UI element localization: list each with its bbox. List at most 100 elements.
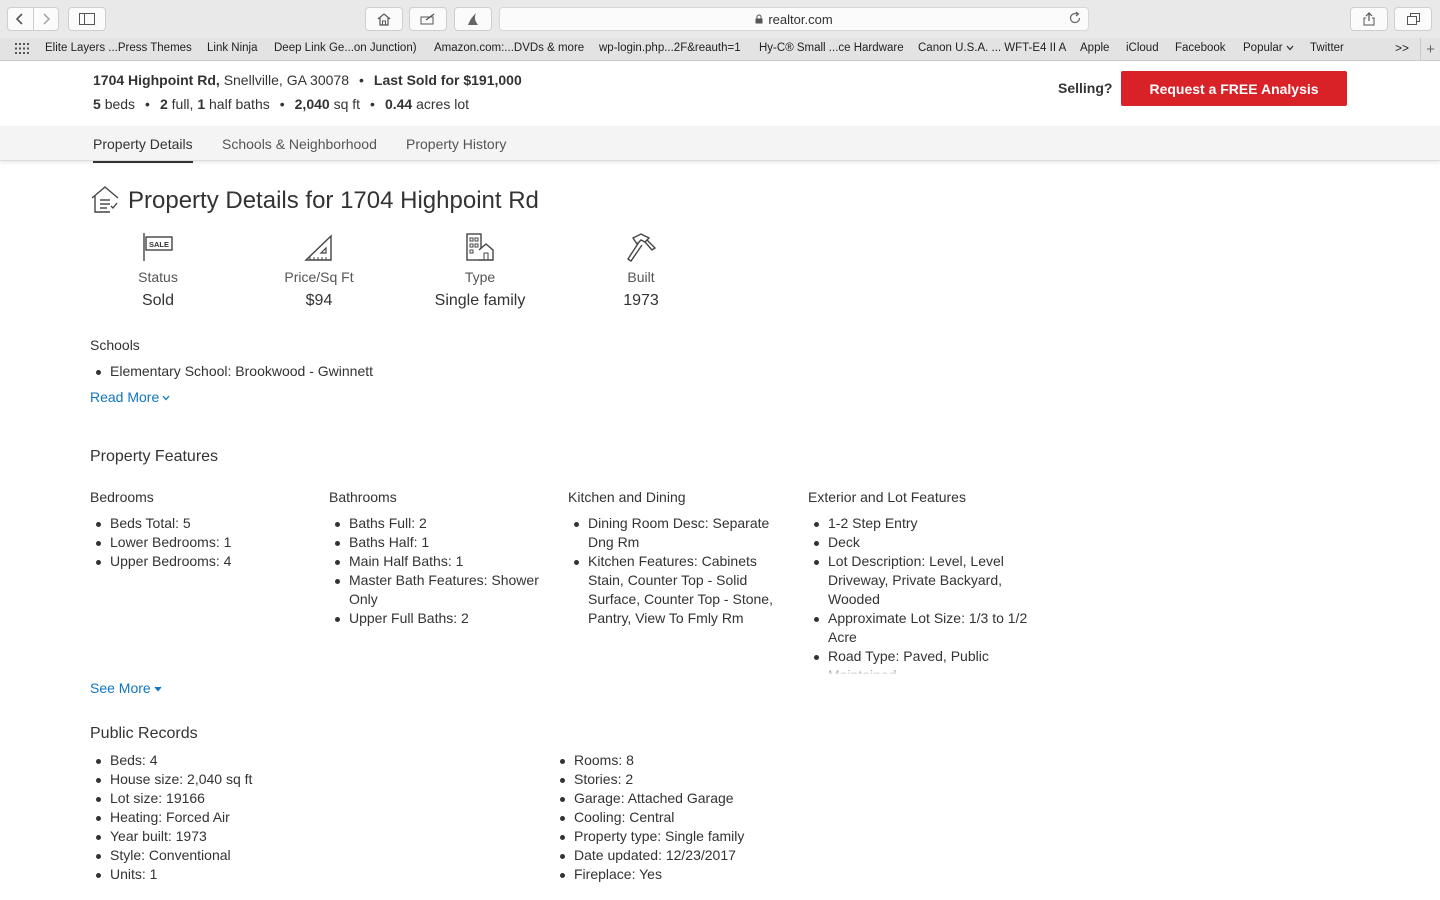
chevron-down-icon: [162, 395, 170, 401]
tabs-button[interactable]: [1394, 7, 1432, 31]
stat-type: Type Single family: [415, 230, 545, 310]
stat-status: SALE Status Sold: [93, 230, 223, 310]
section-tabs: Property Details Schools & Neighborhood …: [0, 126, 1440, 163]
stat-value: Single family: [434, 292, 526, 309]
chevron-left-icon: [16, 13, 23, 25]
request-analysis-button[interactable]: Request a FREE Analysis: [1121, 71, 1347, 106]
extension-button[interactable]: [454, 7, 492, 31]
house-list-icon: [91, 186, 119, 213]
address-bar[interactable]: realtor.com: [499, 7, 1089, 31]
bookmark-item[interactable]: Link Ninja: [207, 42, 258, 54]
features-heading: Property Features: [90, 448, 219, 465]
half-baths-label: half baths: [209, 96, 270, 112]
lot-size-label: acres lot: [416, 96, 470, 112]
list-item: Style: Conventional: [90, 846, 490, 865]
read-more-label: Read More: [90, 389, 160, 405]
home-button[interactable]: [365, 7, 403, 31]
reload-icon[interactable]: [1068, 11, 1082, 25]
bookmark-item[interactable]: Canon U.S.A. ... WFT-E4 II A: [918, 42, 1066, 54]
hammer-icon: [627, 233, 657, 262]
feature-column-title: Bedrooms: [90, 489, 154, 505]
bookmarks-bar: Elite Layers ...Press Themes Link Ninja …: [0, 38, 1440, 61]
chevron-right-icon: [43, 13, 50, 25]
edit-button[interactable]: [409, 7, 447, 31]
list-item: Dining Room Desc: Separate Dng Rm: [568, 514, 796, 552]
list-item: Lot Description: Level, Level Driveway, …: [808, 552, 1032, 609]
see-more-link[interactable]: See More: [90, 680, 162, 696]
feature-column-title: Exterior and Lot Features: [808, 489, 966, 505]
selling-label: Selling?: [1058, 80, 1113, 96]
list-item: Deck: [808, 533, 1032, 552]
sale-sign-icon: SALE: [143, 233, 173, 261]
list-item: Lower Bedrooms: 1: [90, 533, 314, 552]
stat-label: Price/Sq Ft: [284, 269, 354, 285]
grid-icon[interactable]: [15, 43, 29, 54]
home-icon: [377, 12, 391, 26]
list-item: Date updated: 12/23/2017: [554, 846, 954, 865]
list-item: Stories: 2: [554, 770, 954, 789]
new-tab-button[interactable]: +: [1420, 38, 1440, 60]
bookmark-item[interactable]: wp-login.php...2F&reauth=1: [599, 42, 741, 54]
last-sold-price: Last Sold for $191,000: [373, 72, 522, 88]
schools-heading: Schools: [90, 337, 140, 353]
property-header: 1704 Highpoint Rd, Snellville, GA 30078 •…: [0, 61, 1440, 126]
bookmark-popular-menu[interactable]: Popular: [1243, 42, 1294, 54]
list-item: Main Half Baths: 1: [329, 552, 553, 571]
bookmark-item[interactable]: Deep Link Ge...on Junction): [274, 42, 417, 54]
bookmark-item[interactable]: iCloud: [1126, 42, 1159, 54]
full-baths-label: full,: [171, 96, 194, 112]
bookmark-item[interactable]: Facebook: [1175, 42, 1226, 54]
tab-property-details[interactable]: Property Details: [93, 136, 193, 163]
forward-button[interactable]: [34, 8, 59, 30]
beds-label: beds: [104, 96, 136, 112]
feature-list-exterior: 1-2 Step Entry Deck Lot Description: Lev…: [808, 514, 1032, 674]
feature-list-bathrooms: Baths Full: 2 Baths Half: 1 Main Half Ba…: [329, 514, 553, 628]
list-item: Elementary School: Brookwood - Gwinnett: [90, 362, 490, 381]
bookmarks-overflow-button[interactable]: >>: [1395, 41, 1409, 55]
list-item: Rooms: 8: [554, 751, 954, 770]
read-more-link[interactable]: Read More: [90, 389, 170, 405]
list-item: Baths Full: 2: [329, 514, 553, 533]
half-baths-count: 1: [197, 96, 206, 112]
full-baths-count: 2: [159, 96, 168, 112]
sidebar-button[interactable]: [68, 7, 106, 31]
page-title: Property Details for 1704 Highpoint Rd: [128, 187, 539, 214]
bookmark-item[interactable]: Amazon.com:...DVDs & more: [434, 42, 584, 54]
stat-label: Type: [464, 269, 496, 285]
tab-schools-neighborhood[interactable]: Schools & Neighborhood: [222, 136, 377, 152]
sale-icon-text: SALE: [149, 240, 169, 249]
bookmark-popular-label: Popular: [1243, 42, 1283, 54]
share-button[interactable]: [1350, 7, 1388, 31]
bookmark-item[interactable]: Apple: [1080, 42, 1109, 54]
see-more-label: See More: [90, 680, 151, 696]
list-item: Kitchen Features: Cabinets Stain, Counte…: [568, 552, 796, 628]
bookmark-item[interactable]: Elite Layers ...Press Themes: [45, 42, 192, 54]
tab-property-history[interactable]: Property History: [406, 136, 506, 152]
pencil-icon: [420, 13, 435, 25]
list-item: Beds Total: 5: [90, 514, 314, 533]
beds-count: 5: [93, 96, 101, 112]
stat-price-per-sqft: Price/Sq Ft $94: [254, 230, 384, 310]
stat-built: Built 1973: [576, 230, 706, 310]
building-house-icon: [466, 233, 494, 261]
bookmark-item[interactable]: Twitter: [1310, 42, 1344, 54]
public-records-left-list: Beds: 4 House size: 2,040 sq ft Lot size…: [90, 751, 490, 884]
sqft-label: sq ft: [333, 96, 361, 112]
feature-list-bedrooms: Beds Total: 5 Lower Bedrooms: 1 Upper Be…: [90, 514, 314, 571]
list-item: Beds: 4: [90, 751, 490, 770]
feature-list-exterior-clip: 1-2 Step Entry Deck Lot Description: Lev…: [808, 514, 1038, 674]
feature-list-kitchen: Dining Room Desc: Separate Dng Rm Kitche…: [568, 514, 796, 628]
bookmark-item[interactable]: Hy-C® Small ...ce Hardware: [759, 42, 904, 54]
features-fade: [800, 664, 1040, 676]
list-item: Master Bath Features: Shower Only: [329, 571, 553, 609]
list-item: Baths Half: 1: [329, 533, 553, 552]
feature-column-title: Kitchen and Dining: [568, 489, 686, 505]
sidebar-icon: [79, 13, 95, 25]
street-address: 1704 Highpoint Rd,: [93, 72, 220, 88]
back-button[interactable]: [8, 8, 33, 30]
list-item: Garage: Attached Garage: [554, 789, 954, 808]
list-item: Heating: Forced Air: [90, 808, 490, 827]
schools-list: Elementary School: Brookwood - Gwinnett: [90, 362, 490, 381]
stat-label: Built: [627, 269, 655, 285]
tabs-overview-icon: [1406, 13, 1420, 25]
